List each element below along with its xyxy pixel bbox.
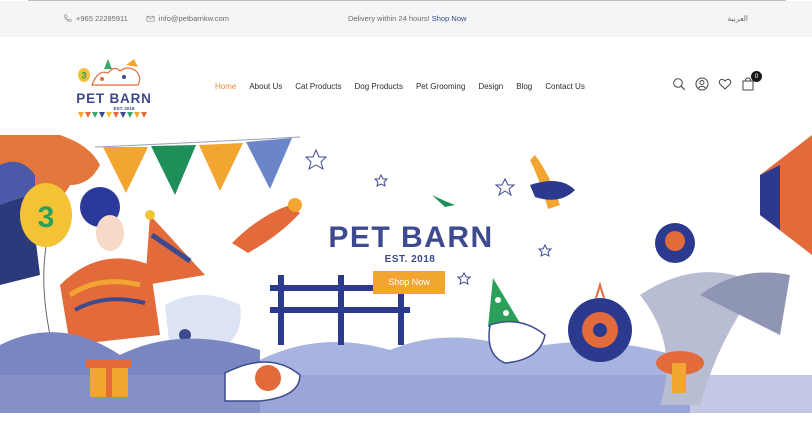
hero-banner: 3 PET BARN EST. 2018 Shop Now [0,135,812,413]
contact-info: +965 22285911 info@petbarnkw.com [63,14,229,23]
language-switch[interactable]: العربية [728,14,749,23]
delivery-shop-link[interactable]: Shop Now [432,14,467,23]
nav-blog[interactable]: Blog [516,82,532,91]
logo-graphic: 3 PET BARN EST. 2018 [76,59,151,118]
email-address[interactable]: info@petbarnkw.com [159,14,229,23]
site-logo[interactable]: 3 PET BARN EST. 2018 [74,55,154,123]
delivery-text: Delivery within 24 hours! [348,14,430,23]
cart-icon[interactable]: 0 [741,71,762,91]
nav-cat-products[interactable]: Cat Products [295,82,341,91]
mail-icon [146,15,155,22]
nav-home[interactable]: Home [215,82,236,91]
phone-icon [64,14,72,22]
delivery-notice: Delivery within 24 hours! Shop Now [348,14,466,23]
nav-pet-grooming[interactable]: Pet Grooming [416,82,465,91]
logo-badge: 3 [81,71,86,81]
hero-title: PET BARN [328,221,494,254]
search-icon[interactable] [672,77,686,91]
logo-est: EST. 2018 [114,106,135,111]
user-icon[interactable] [695,77,709,91]
top-bar: +965 22285911 info@petbarnkw.com Deliver… [0,1,812,37]
shop-now-button[interactable]: Shop Now [373,271,445,294]
logo-name: PET BARN [76,91,151,106]
cart-count-badge: 0 [751,71,762,82]
hero-balloon-number: 3 [38,201,55,234]
main-nav: Home About Us Cat Products Dog Products … [215,82,598,91]
phone-number[interactable]: +965 22285911 [76,14,128,23]
site-header: 3 PET BARN EST. 2018 Home About Us Cat P… [0,37,812,135]
nav-design[interactable]: Design [478,82,503,91]
page-bottom-spacer [0,413,812,443]
hero-subtitle: EST. 2018 [384,254,436,265]
nav-dog-products[interactable]: Dog Products [355,82,403,91]
header-actions: 0 [672,71,762,91]
nav-about-us[interactable]: About Us [249,82,282,91]
heart-icon[interactable] [718,77,732,91]
nav-contact-us[interactable]: Contact Us [545,82,585,91]
